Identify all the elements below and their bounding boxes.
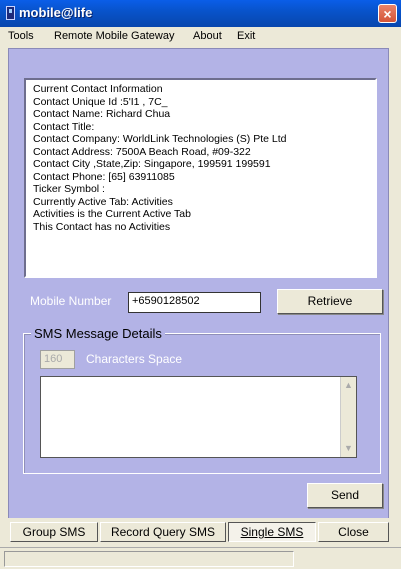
menu-remote-mobile-gateway[interactable]: Remote Mobile Gateway — [54, 30, 174, 42]
mobile-number-label: Mobile Number — [30, 294, 112, 308]
contact-info-line: Contact Title: — [33, 120, 95, 133]
contact-info-box[interactable]: Current Contact Information Contact Uniq… — [24, 78, 377, 278]
contact-info-line: Ticker Symbol : — [33, 183, 105, 195]
tab-bar: Group SMS Record Query SMS Single SMS Cl… — [8, 518, 389, 543]
close-icon[interactable]: × — [378, 4, 397, 23]
contact-info-line: Contact City ,State,Zip: Singapore, 1995… — [33, 158, 271, 170]
tab-single-sms[interactable]: Single SMS — [228, 522, 316, 542]
status-pane — [4, 551, 294, 567]
contact-info-line: Current Contact Information — [33, 83, 163, 95]
tab-close[interactable]: Close — [318, 522, 389, 542]
scroll-up-arrow-icon[interactable]: ▲ — [343, 380, 354, 391]
sms-details-group-title: SMS Message Details — [31, 326, 165, 341]
menu-about[interactable]: About — [193, 30, 222, 42]
title-bar: mobile@life × — [0, 0, 401, 27]
phone-app-icon — [6, 6, 15, 20]
tab-group-sms[interactable]: Group SMS — [10, 522, 98, 542]
contact-info-line: This Contact has no Activities — [33, 220, 171, 233]
retrieve-button[interactable]: Retrieve — [277, 289, 383, 314]
contact-info-line: Contact Unique Id :5'I1 , 7C_ — [33, 95, 168, 108]
contact-info-line: Contact Name: Richard Chua — [33, 108, 171, 120]
menu-exit[interactable]: Exit — [237, 30, 255, 42]
main-panel: Current Contact Information Contact Uniq… — [8, 48, 389, 543]
sms-message-textarea[interactable]: ▲ ▼ — [40, 376, 357, 458]
menu-bar: Tools Remote Mobile Gateway About Exit — [0, 27, 401, 47]
contact-info-line: Contact Company: WorldLink Technologies … — [33, 133, 287, 145]
scroll-down-arrow-icon[interactable]: ▼ — [343, 443, 354, 454]
characters-count-field: 160 — [40, 350, 75, 369]
send-button[interactable]: Send — [307, 483, 383, 508]
characters-space-label: Characters Space — [86, 352, 183, 366]
window-title: mobile@life — [19, 5, 93, 20]
contact-info-line: Contact Phone: [65] 63911085 — [33, 170, 175, 183]
tab-record-query-sms[interactable]: Record Query SMS — [100, 522, 226, 542]
menu-tools[interactable]: Tools — [8, 30, 34, 42]
contact-info-line: Contact Address: 7500A Beach Road, #09-3… — [33, 145, 251, 158]
message-scrollbar[interactable]: ▲ ▼ — [340, 377, 356, 457]
contact-info-line: Activities is the Current Active Tab — [33, 208, 191, 220]
status-bar — [0, 547, 401, 569]
mobile-number-input[interactable]: +6590128502 — [128, 292, 261, 313]
contact-info-line: Currently Active Tab: Activities — [33, 195, 173, 208]
